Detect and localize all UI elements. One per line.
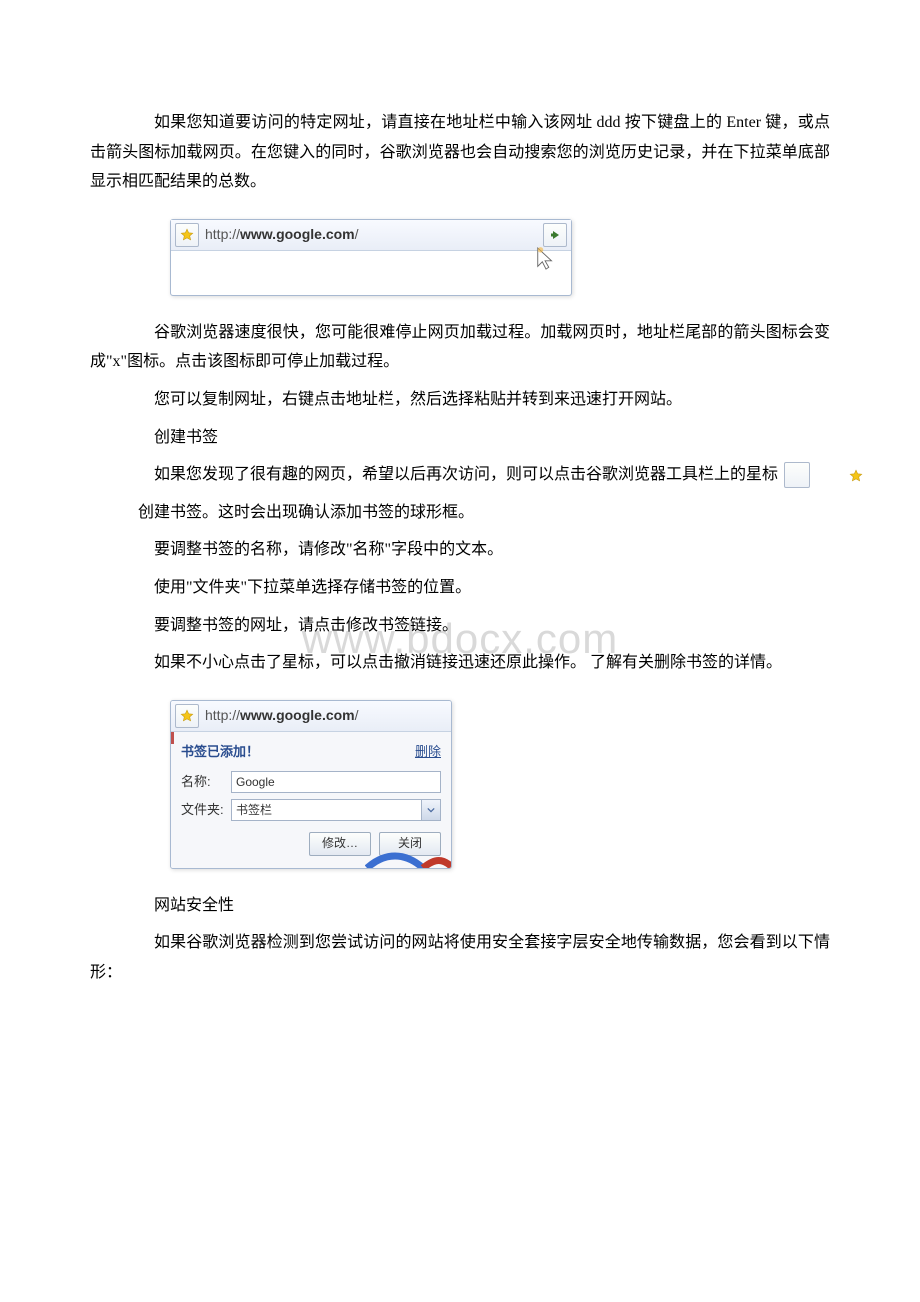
paragraph-3: 您可以复制网址，右键点击地址栏，然后选择粘贴并转到来迅速打开网站。: [90, 385, 830, 415]
chevron-down-icon[interactable]: [421, 800, 440, 820]
paragraph-10: 网站安全性: [90, 891, 830, 921]
tag-decoration: [170, 732, 174, 744]
paragraph-5b: 创建书签。这时会出现确认添加书签的球形框。: [90, 498, 830, 528]
url-text[interactable]: http://www.google.com/: [205, 222, 543, 248]
paragraph-9: 如果不小心点击了星标，可以点击撤消链接迅速还原此操作。 了解有关删除书签的详情。: [90, 648, 830, 678]
cursor-icon: [535, 245, 557, 273]
star-icon[interactable]: [175, 704, 199, 728]
inline-star-icon: [784, 462, 810, 488]
bookmark-edit-button[interactable]: 修改…: [309, 832, 371, 856]
url-domain: www.google.com: [240, 707, 355, 723]
figure-address-bar: http://www.google.com/: [170, 219, 830, 296]
bookmark-address-bar[interactable]: http://www.google.com/: [171, 701, 451, 732]
url-prefix: http://: [205, 226, 240, 242]
bookmark-url-text[interactable]: http://www.google.com/: [205, 703, 447, 729]
paragraph-6: 要调整书签的名称，请修改"名称"字段中的文本。: [90, 535, 830, 565]
figure-bookmark-popup: http://www.google.com/ 书签已添加！ 删除 名称: 文件夹…: [170, 700, 830, 869]
url-prefix: http://: [205, 707, 240, 723]
paragraph-1: 如果您知道要访问的特定网址，请直接在地址栏中输入该网址 ddd 按下键盘上的 E…: [90, 108, 830, 197]
address-bar[interactable]: http://www.google.com/: [171, 220, 571, 251]
go-arrow-icon[interactable]: [543, 223, 567, 247]
url-domain: www.google.com: [240, 226, 355, 242]
bookmark-delete-link[interactable]: 删除: [415, 740, 441, 764]
paragraph-2: 谷歌浏览器速度很快，您可能很难停止网页加载过程。加载网页时，地址栏尾部的箭头图标…: [90, 318, 830, 377]
paragraph-4: 创建书签: [90, 423, 830, 453]
bookmark-close-button[interactable]: 关闭: [379, 832, 441, 856]
paragraph-7: 使用"文件夹"下拉菜单选择存储书签的位置。: [90, 573, 830, 603]
url-suffix: /: [355, 226, 359, 242]
bookmark-name-label: 名称:: [181, 770, 231, 794]
bookmark-folder-label: 文件夹:: [181, 798, 231, 822]
star-icon[interactable]: [175, 223, 199, 247]
bookmark-added-label: 书签已添加！: [181, 740, 259, 764]
url-suffix: /: [355, 707, 359, 723]
paragraph-5a: 如果您发现了很有趣的网页，希望以后再次访问，则可以点击谷歌浏览器工具栏上的星标: [90, 460, 830, 490]
bookmark-folder-select[interactable]: 书签栏: [231, 799, 441, 821]
bookmark-folder-value: 书签栏: [232, 800, 421, 820]
bookmark-name-input[interactable]: [231, 771, 441, 793]
paragraph-11: 如果谷歌浏览器检测到您尝试访问的网站将使用安全套接字层安全地传输数据，您会看到以…: [90, 928, 830, 987]
paragraph-8: 要调整书签的网址，请点击修改书签链接。: [90, 611, 830, 641]
